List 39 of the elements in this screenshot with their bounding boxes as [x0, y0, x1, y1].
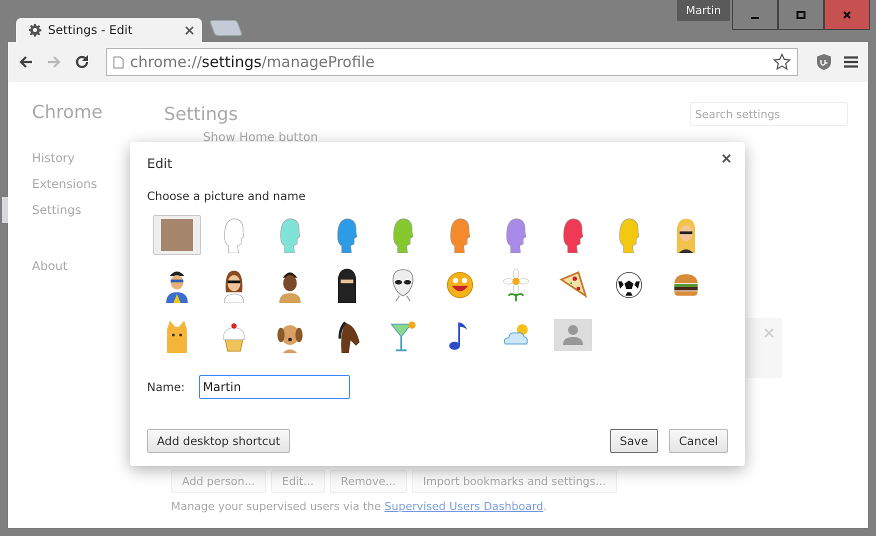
reload-icon[interactable] [74, 54, 90, 70]
minimize-icon [751, 16, 759, 18]
generic-person-icon [554, 319, 592, 351]
close-icon[interactable] [722, 154, 731, 162]
url-text: chrome://settings/manageProfile [130, 53, 376, 71]
maximize-icon [796, 10, 806, 20]
page-title: Settings [164, 104, 238, 124]
shield-icon[interactable] [816, 53, 832, 71]
minimize-button[interactable] [732, 0, 778, 30]
close-icon [842, 10, 852, 20]
address-bar[interactable]: chrome://settings/manageProfile [106, 48, 798, 76]
star-icon[interactable] [773, 53, 791, 71]
name-label: Name: [147, 380, 185, 394]
close-icon[interactable] [185, 26, 194, 34]
people-button[interactable]: Add person... [171, 470, 266, 493]
photo-placeholder [161, 217, 193, 253]
setting-label: Show Home button [203, 130, 318, 144]
back-arrow-icon[interactable] [18, 54, 34, 70]
dashboard-link[interactable]: Supervised Users Dashboard [384, 500, 544, 513]
close-button[interactable] [824, 0, 870, 30]
new-tab-button[interactable] [209, 20, 243, 36]
dialog-button[interactable]: Cancel [669, 429, 728, 453]
dialog-button[interactable]: Add desktop shortcut [147, 429, 290, 453]
page-icon [113, 56, 124, 68]
people-button[interactable]: Import bookmarks and settings... [412, 470, 617, 493]
people-button[interactable]: Remove... [330, 470, 407, 493]
gear-icon [28, 23, 42, 37]
sidebar-title: Chrome [32, 102, 104, 123]
profile-name-badge[interactable]: Martin [676, 0, 730, 21]
search-field[interactable]: Search settings [690, 102, 848, 126]
maximize-button[interactable] [778, 0, 824, 30]
supervised-users-note: Manage your supervised users via the Supervised Users Dashboard. [171, 500, 548, 513]
dialog-title: Edit [147, 156, 172, 172]
menu-icon[interactable] [844, 56, 858, 68]
people-button[interactable]: Edit... [271, 470, 325, 493]
daisy-icon [500, 267, 532, 303]
save-button[interactable]: Save [610, 429, 658, 453]
browser-tab[interactable]: Settings - Edit [16, 18, 202, 42]
name-field[interactable]: Martin [198, 375, 350, 399]
